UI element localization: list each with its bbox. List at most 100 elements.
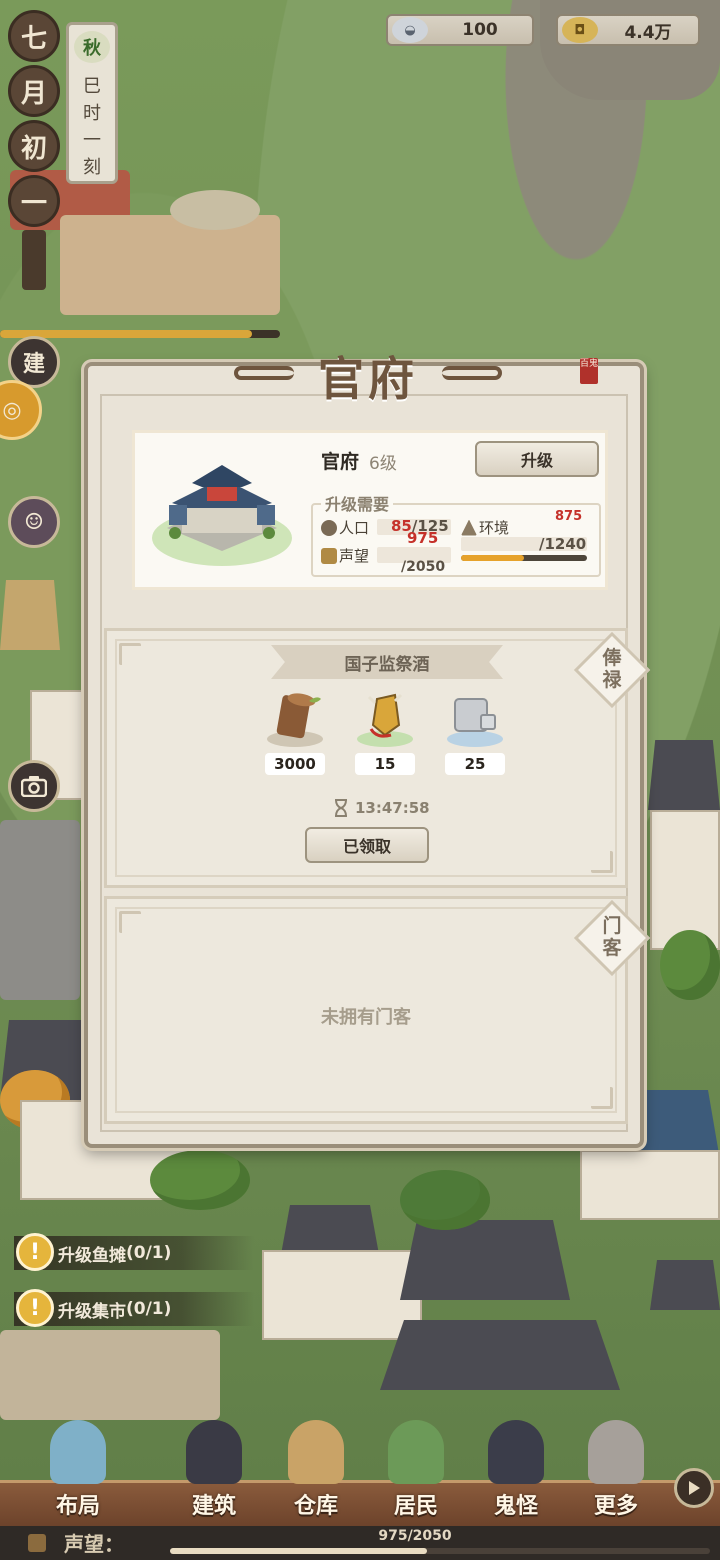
- population-label: 人口: [339, 519, 370, 537]
- quest-text: 升级鱼摊: [58, 1245, 126, 1266]
- season-badge: 秋: [74, 31, 110, 63]
- reputation-fill: [170, 1548, 428, 1554]
- warehouse-nav-icon: [288, 1420, 344, 1484]
- corner-ornament: [591, 851, 613, 873]
- environment-progress-fill: [461, 555, 524, 561]
- calendar-date[interactable]: 七 月 初 一: [6, 10, 62, 290]
- nav-label: 仓库: [293, 1493, 338, 1519]
- blue-roof-building: [580, 1150, 720, 1220]
- dialog-title-bar: 官府 百鬼: [228, 344, 598, 408]
- date-char: 七: [8, 10, 60, 62]
- reputation-bar-label: 声望：: [28, 1528, 124, 1557]
- hourglass-icon: [335, 799, 347, 817]
- silver-value: 100: [462, 20, 498, 40]
- nav-label: 建筑: [191, 1493, 236, 1519]
- bottom-nav: 布局 建筑 仓库 居民 鬼怪 更多: [0, 1416, 720, 1526]
- environment-icon: [461, 519, 477, 536]
- salary-timer: 13:47:58: [333, 799, 430, 817]
- pavilion-roof: [650, 1260, 720, 1310]
- claimed-button[interactable]: 已领取: [305, 827, 429, 863]
- nav-label: 布局: [55, 1493, 100, 1519]
- seal-stamp: 百鬼: [580, 358, 598, 384]
- title-swirl-right: [442, 366, 502, 380]
- reputation-required: /2050: [401, 559, 446, 575]
- event-icon: ◎: [2, 397, 22, 423]
- nav-next-arrow[interactable]: [674, 1468, 714, 1508]
- environment-requirement: 环境: [461, 517, 509, 538]
- play-arrow-icon: [689, 1481, 700, 1495]
- time-of-day: 巳时一刻: [83, 76, 101, 178]
- character-avatar-button[interactable]: ☺: [8, 496, 60, 548]
- reputation-track: [170, 1548, 710, 1554]
- nav-label: 更多: [593, 1493, 638, 1519]
- reward-stone[interactable]: 25: [439, 689, 511, 781]
- reward-count: 25: [445, 753, 505, 775]
- nav-warehouse[interactable]: 仓库: [266, 1420, 366, 1520]
- lower-hall-roof: [380, 1320, 620, 1390]
- reward-wood[interactable]: 3000: [259, 689, 331, 781]
- right-roof: [648, 740, 720, 810]
- nav-residents[interactable]: 居民: [366, 1420, 466, 1520]
- quest-progress: (0/1): [126, 1299, 172, 1319]
- reputation-icon: [321, 547, 337, 564]
- reputation-label: 声望: [339, 547, 370, 565]
- timer-value: 13:47:58: [355, 799, 430, 817]
- reputation-scroll-icon: [28, 1533, 46, 1552]
- reputation-current-wrap: 975: [407, 529, 438, 547]
- willow-tree: [660, 930, 720, 1000]
- building-name: 官府: [321, 451, 360, 473]
- copper-coin-icon: ◘: [562, 17, 598, 43]
- silver-ingot-icon: ◒: [392, 17, 428, 43]
- quest-text: 升级集市: [58, 1301, 126, 1322]
- nav-ghosts[interactable]: 鬼怪: [466, 1420, 566, 1520]
- quest-upgrade-fish-stall[interactable]: ! 升级鱼摊 (0/1): [14, 1233, 254, 1271]
- market-area: [60, 215, 280, 315]
- camera-button[interactable]: [8, 760, 60, 812]
- wood-log-icon: [267, 693, 323, 747]
- quest-alert-icon: !: [16, 1233, 54, 1271]
- salary-section: 国子监祭酒 俸禄 3000 15 25 13:47:58 已领取: [104, 628, 651, 888]
- quest-upgrade-market[interactable]: ! 升级集市 (0/1): [14, 1289, 254, 1327]
- calendar-scroll-end: [22, 230, 46, 290]
- stone-path: [0, 820, 80, 1000]
- building-level: 6级: [369, 454, 397, 474]
- fish-market: [0, 1330, 220, 1420]
- no-retainers-text: 未拥有门客: [321, 1007, 411, 1028]
- courtyard-wall: [262, 1250, 422, 1340]
- nav-more[interactable]: 更多: [566, 1420, 666, 1520]
- date-char: 一: [8, 175, 60, 227]
- reputation-requirement: 声望: [321, 545, 369, 566]
- nav-buildings[interactable]: 建筑: [164, 1420, 264, 1520]
- corner-ornament: [119, 643, 141, 665]
- environment-progress-bar: [461, 555, 587, 561]
- build-label: 建: [22, 351, 45, 377]
- reputation-bar-value: 975/2050: [378, 1528, 452, 1544]
- nav-label: 鬼怪: [493, 1493, 538, 1519]
- right-building-wall: [650, 810, 720, 950]
- reputation-bar-text: 声望：: [64, 1532, 124, 1556]
- quest-progress: (0/1): [126, 1243, 172, 1263]
- more-nav-icon: [588, 1420, 644, 1484]
- date-char: 月: [8, 65, 60, 117]
- layout-nav-icon: [50, 1420, 106, 1484]
- stone-block-icon: [447, 698, 503, 747]
- date-char: 初: [8, 120, 60, 172]
- season-time-card[interactable]: 秋 巳时一刻: [66, 22, 118, 184]
- retainers-tag: 门客: [602, 915, 622, 959]
- ghosts-nav-icon: [488, 1420, 544, 1484]
- dialog-title: 官府: [318, 352, 418, 406]
- buildings-nav-icon: [186, 1420, 242, 1484]
- environment-current-wrap: 875: [555, 509, 582, 524]
- coin-counter[interactable]: ◘ 4.4万: [556, 14, 700, 46]
- reward-token[interactable]: 15: [349, 689, 421, 781]
- thatch-roof: [0, 580, 60, 650]
- nav-layout[interactable]: 布局: [28, 1420, 128, 1520]
- title-swirl-left: [234, 366, 294, 380]
- requirements-title: 升级需要: [321, 491, 394, 515]
- reputation-bar: 声望： 975/2050: [0, 1526, 720, 1560]
- corner-ornament: [119, 911, 141, 933]
- silver-counter[interactable]: ◒ 100: [386, 14, 534, 46]
- population-icon: [321, 519, 337, 536]
- upgrade-button[interactable]: 升级: [475, 441, 599, 477]
- quest-alert-icon: !: [16, 1289, 54, 1327]
